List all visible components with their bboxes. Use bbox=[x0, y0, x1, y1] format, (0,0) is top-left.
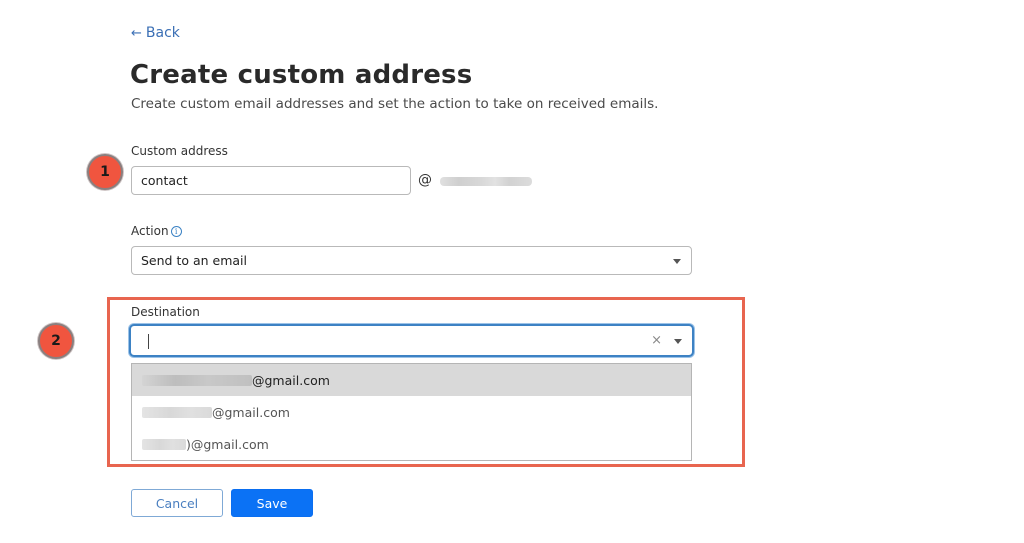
clear-icon[interactable]: × bbox=[651, 333, 662, 348]
custom-address-input[interactable] bbox=[131, 166, 411, 195]
destination-input[interactable]: × bbox=[129, 324, 694, 357]
action-select[interactable]: Send to an email bbox=[131, 246, 692, 275]
back-link[interactable]: ← Back bbox=[131, 25, 180, 41]
destination-option[interactable]: @gmail.com bbox=[132, 364, 691, 396]
option-email-suffix: @gmail.com bbox=[252, 372, 330, 388]
redacted-text bbox=[142, 438, 186, 450]
cancel-button[interactable]: Cancel bbox=[131, 489, 223, 517]
back-label: Back bbox=[145, 25, 180, 41]
destination-label: Destination bbox=[131, 305, 200, 319]
page-title: Create custom address bbox=[130, 60, 473, 90]
destination-dropdown: @gmail.com @gmail.com )@gmail.com bbox=[131, 363, 692, 461]
redacted-text bbox=[142, 406, 212, 418]
info-icon[interactable]: i bbox=[170, 226, 182, 237]
save-button[interactable]: Save bbox=[231, 489, 313, 517]
destination-option[interactable]: @gmail.com bbox=[132, 396, 691, 428]
at-sign: @ bbox=[418, 172, 432, 188]
text-cursor bbox=[148, 334, 149, 349]
action-label-text: Action bbox=[131, 224, 169, 238]
domain-redacted bbox=[440, 177, 532, 186]
action-selected-value: Send to an email bbox=[141, 253, 248, 268]
annotation-badge-1: 1 bbox=[87, 154, 123, 190]
page-subtitle: Create custom email addresses and set th… bbox=[131, 96, 659, 112]
option-email-suffix: )@gmail.com bbox=[186, 436, 269, 452]
custom-address-label: Custom address bbox=[131, 144, 228, 158]
chevron-down-icon[interactable] bbox=[674, 339, 682, 344]
action-label: Action i bbox=[131, 224, 182, 238]
redacted-text bbox=[142, 374, 252, 386]
chevron-down-icon bbox=[673, 259, 681, 264]
option-email-suffix: @gmail.com bbox=[212, 404, 290, 420]
arrow-left-icon: ← bbox=[131, 25, 142, 41]
destination-option[interactable]: )@gmail.com bbox=[132, 428, 691, 460]
annotation-badge-2: 2 bbox=[38, 323, 74, 359]
